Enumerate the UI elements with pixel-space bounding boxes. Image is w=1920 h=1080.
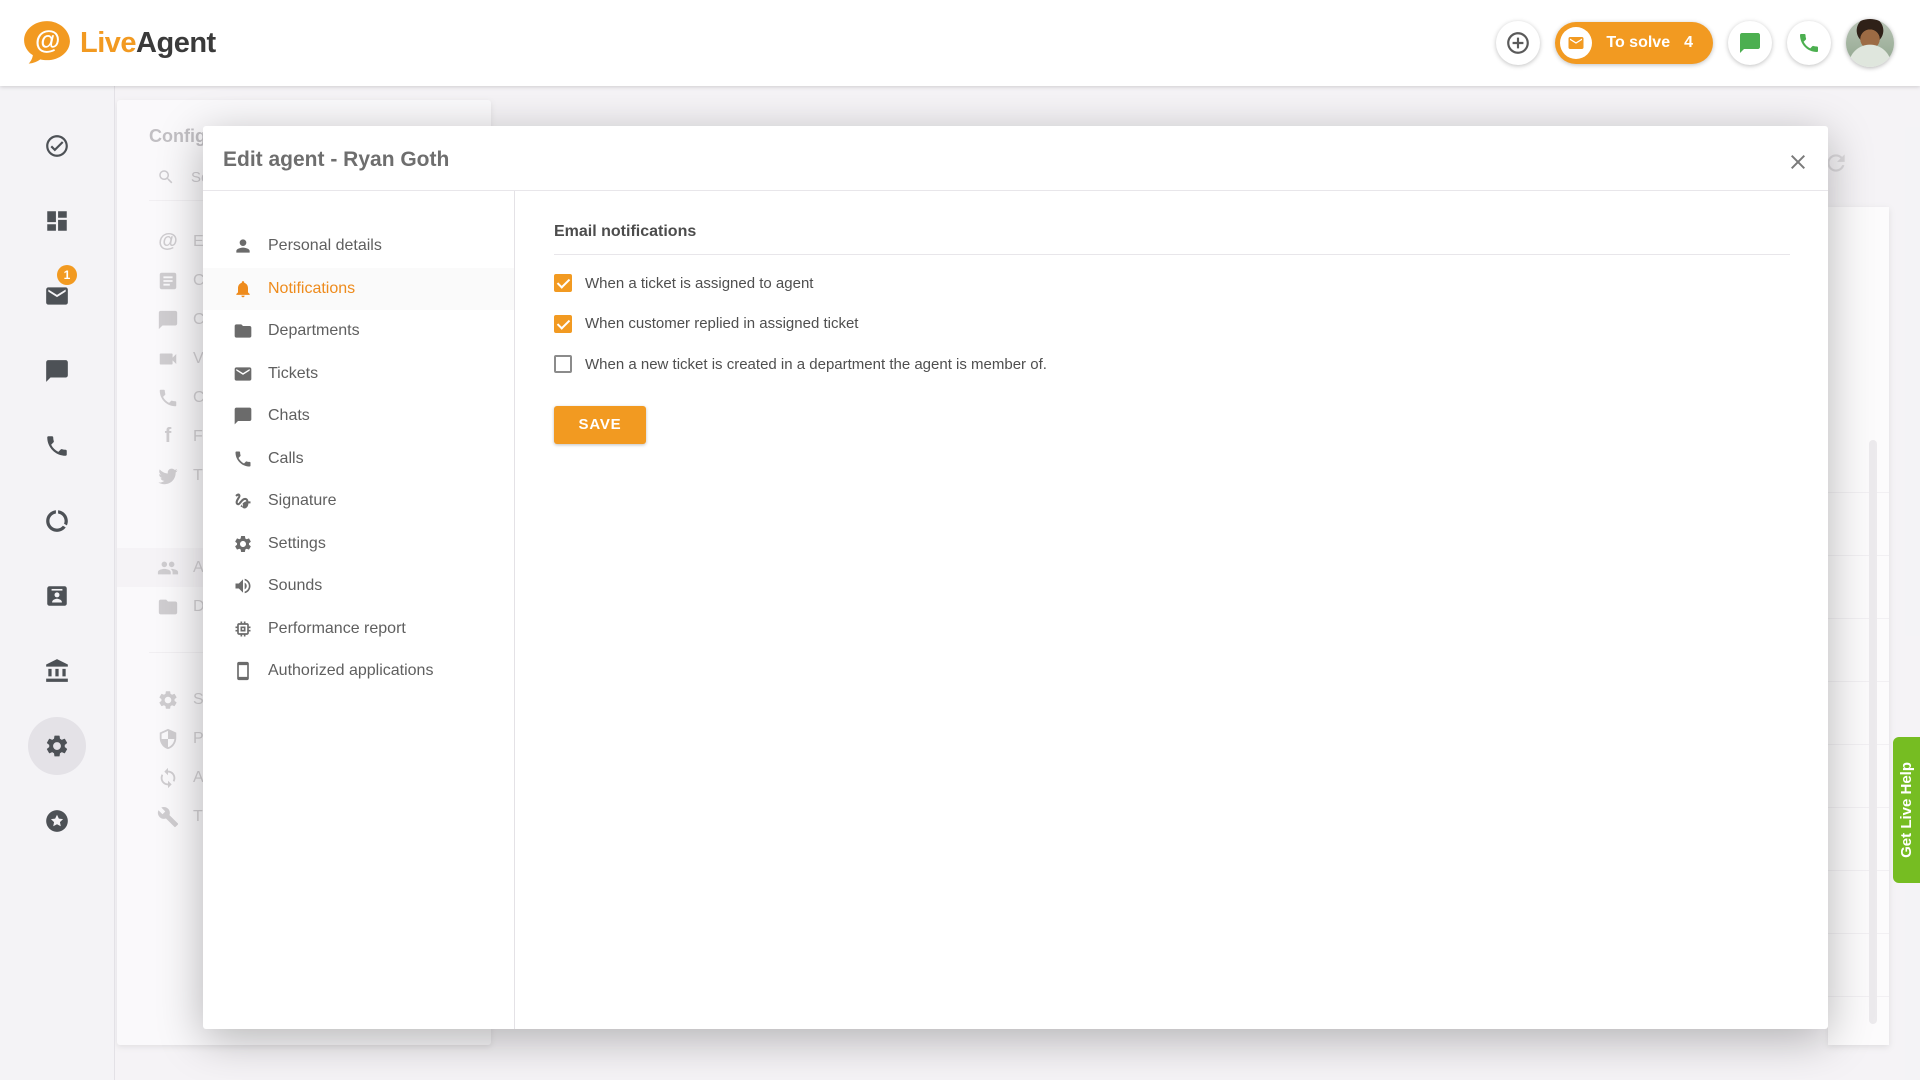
agent-menu-label: Departments xyxy=(268,322,360,340)
sidebar-item[interactable]: 1 xyxy=(0,258,114,333)
get-live-help-label: Get Live Help xyxy=(1898,762,1915,858)
notification-option-row: When a ticket is assigned to agent xyxy=(554,263,1790,304)
agent-menu-item[interactable]: Settings xyxy=(203,523,514,566)
sidebar-item[interactable] xyxy=(0,483,114,558)
sidebar-item[interactable] xyxy=(0,558,114,633)
close-icon[interactable] xyxy=(1786,150,1810,174)
signature-icon xyxy=(233,491,253,511)
to-solve-envelope-badge xyxy=(1560,27,1592,59)
header-actions: To solve 4 xyxy=(1496,0,1894,86)
agent-menu-label: Authorized applications xyxy=(268,662,433,680)
chat-icon xyxy=(233,406,253,426)
mail-icon xyxy=(1567,34,1585,52)
agent-menu-label: Personal details xyxy=(268,237,382,255)
star-circle-icon xyxy=(44,808,70,834)
left-sidebar: 1 xyxy=(0,86,115,1080)
notification-option-row: When a new ticket is created in a depart… xyxy=(554,344,1790,385)
user-avatar[interactable] xyxy=(1846,19,1894,67)
svg-text:@: @ xyxy=(35,25,60,55)
agent-menu-item[interactable]: Sounds xyxy=(203,565,514,608)
sidebar-item[interactable] xyxy=(0,108,114,183)
agent-menu-label: Performance report xyxy=(268,620,406,638)
bell-icon xyxy=(233,279,253,299)
sidebar-item[interactable] xyxy=(0,708,114,783)
modal-title: Edit agent - Ryan Goth xyxy=(223,148,449,172)
save-button[interactable]: SAVE xyxy=(554,406,646,444)
bank-icon xyxy=(44,658,70,684)
add-new-button[interactable] xyxy=(1496,21,1540,65)
mail-icon xyxy=(233,364,253,384)
sidebar-item[interactable] xyxy=(0,333,114,408)
checkbox[interactable] xyxy=(554,315,572,333)
check-circle-icon xyxy=(44,133,70,159)
mail-icon xyxy=(44,283,70,309)
divider xyxy=(554,254,1790,255)
agent-menu-item[interactable]: Chats xyxy=(203,395,514,438)
logo-live: Live xyxy=(80,27,136,59)
chats-button[interactable] xyxy=(1728,21,1772,65)
agent-menu-item[interactable]: Personal details xyxy=(203,225,514,268)
contact-card-icon xyxy=(44,583,70,609)
to-solve-button[interactable]: To solve 4 xyxy=(1555,22,1713,64)
checkbox[interactable] xyxy=(554,355,572,373)
agent-menu-label: Calls xyxy=(268,450,304,468)
sidebar-item[interactable] xyxy=(0,633,114,708)
agent-menu-item[interactable]: Authorized applications xyxy=(203,650,514,693)
notification-option-row: When customer replied in assigned ticket xyxy=(554,304,1790,345)
checkbox-label: When customer replied in assigned ticket xyxy=(585,315,858,332)
data-usage-icon xyxy=(44,508,70,534)
logo-agent: Agent xyxy=(136,27,216,59)
to-solve-label: To solve xyxy=(1606,34,1670,52)
agent-menu-item[interactable]: Signature xyxy=(203,480,514,523)
notifications-panel: Email notifications When a ticket is ass… xyxy=(516,191,1828,1029)
chip-icon xyxy=(233,619,253,639)
agent-menu-label: Chats xyxy=(268,407,310,425)
settings-icon xyxy=(44,733,70,759)
agent-menu-item[interactable]: Calls xyxy=(203,438,514,481)
get-live-help-tab[interactable]: Get Live Help xyxy=(1893,737,1920,883)
notification-options: When a ticket is assigned to agent When … xyxy=(554,263,1790,385)
unread-badge: 1 xyxy=(57,265,77,285)
to-solve-count: 4 xyxy=(1684,34,1693,52)
phone-icon xyxy=(233,449,253,469)
calls-button[interactable] xyxy=(1787,21,1831,65)
sidebar-item[interactable] xyxy=(0,783,114,858)
settings-icon xyxy=(233,534,253,554)
agent-menu-item[interactable]: Performance report xyxy=(203,608,514,651)
chat-icon xyxy=(1738,31,1762,55)
chat-icon xyxy=(44,358,70,384)
sidebar-item[interactable] xyxy=(0,408,114,483)
phone-icon xyxy=(44,433,70,459)
person-icon xyxy=(233,236,253,256)
agent-menu-label: Signature xyxy=(268,492,337,510)
folder-icon xyxy=(233,321,253,341)
logo-bubble-icon: @ xyxy=(22,20,72,66)
agent-menu-label: Tickets xyxy=(268,365,318,383)
sidebar-item[interactable] xyxy=(0,183,114,258)
checkbox[interactable] xyxy=(554,274,572,292)
phone-icon xyxy=(1797,31,1821,55)
logo-text: LiveAgent xyxy=(80,27,216,60)
agent-menu-label: Notifications xyxy=(268,280,355,298)
top-bar: @ LiveAgent To solve 4 xyxy=(0,0,1920,86)
liveagent-logo[interactable]: @ LiveAgent xyxy=(22,20,216,66)
dashboard-icon xyxy=(44,208,70,234)
volume-icon xyxy=(233,576,253,596)
smartphone-icon xyxy=(233,661,253,681)
agent-menu-item[interactable]: Tickets xyxy=(203,353,514,396)
add-circle-icon xyxy=(1505,30,1531,56)
agent-settings-menu: Personal details Notifications Departmen… xyxy=(203,191,515,1029)
edit-agent-modal: Edit agent - Ryan Goth Personal details … xyxy=(203,126,1828,1029)
checkbox-label: When a ticket is assigned to agent xyxy=(585,275,813,292)
agent-menu-label: Settings xyxy=(268,535,326,553)
agent-menu-label: Sounds xyxy=(268,577,322,595)
agent-menu-item[interactable]: Notifications xyxy=(203,268,514,311)
checkbox-label: When a new ticket is created in a depart… xyxy=(585,356,1047,373)
agent-menu-item[interactable]: Departments xyxy=(203,310,514,353)
section-heading: Email notifications xyxy=(554,223,1790,241)
